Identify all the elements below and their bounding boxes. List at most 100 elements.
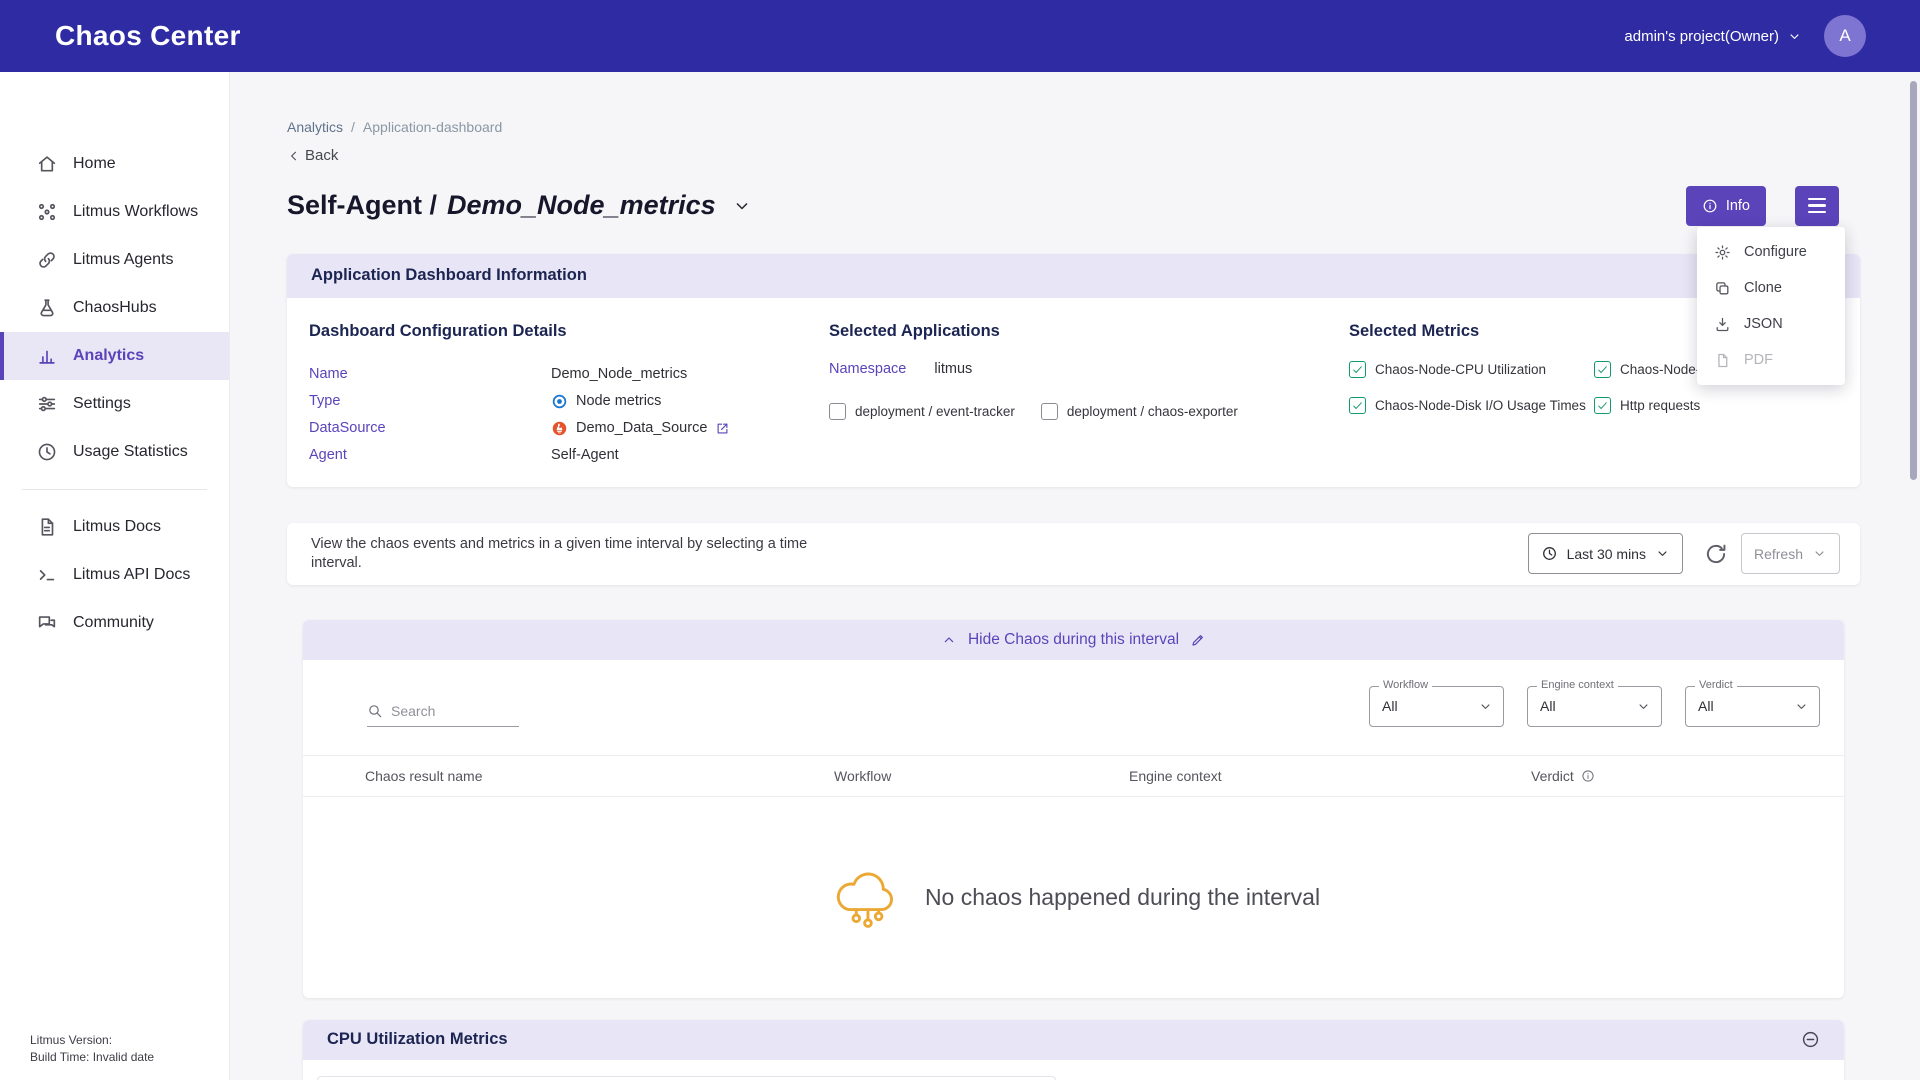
workflow-filter-label: Workflow [1379,679,1432,691]
workflow-filter-select[interactable]: Workflow All [1369,686,1504,727]
column-workflow: Workflow [834,768,1129,784]
community-icon [36,612,58,634]
sidebar-footer: Litmus Version: Build Time: Invalid date [30,1032,154,1066]
prometheus-icon [551,420,568,437]
project-switcher[interactable]: admin's project(Owner) [1624,28,1802,45]
dashboard-info-card: Application Dashboard Information Dashbo… [287,254,1860,487]
dashboard-info-title: Application Dashboard Information [311,266,587,285]
vertical-scrollbar-thumb[interactable] [1910,81,1917,480]
table-header-row: Chaos result name Workflow Engine contex… [303,755,1844,797]
checkbox-unchecked-icon [1041,403,1058,420]
page-title-agent: Self-Agent / [287,190,437,221]
sidebar-item-litmus-api-docs[interactable]: Litmus API Docs [0,551,229,599]
workflow-filter-value: All [1382,698,1398,714]
cpu-metrics-header: CPU Utilization Metrics [303,1020,1844,1060]
node-metrics-type-icon [551,393,568,410]
sidebar-item-community[interactable]: Community [0,599,229,647]
collapse-minus-icon[interactable] [1801,1030,1820,1049]
no-chaos-cloud-icon [827,861,905,934]
chevron-down-icon [1636,699,1651,714]
breadcrumb: Analytics / Application-dashboard [287,119,1860,135]
info-icon [1702,198,1718,214]
checkbox-checked-icon [1594,397,1611,414]
menu-item-configure[interactable]: Configure [1697,234,1845,270]
page-title: Self-Agent / Demo_Node_metrics [287,190,716,221]
chaos-table-card: Hide Chaos during this interval Workflow… [303,620,1844,998]
dashboard-switcher-chevron-icon[interactable] [732,196,752,216]
checkbox-checked-icon [1349,397,1366,414]
empty-state: No chaos happened during the interval [303,797,1844,998]
edit-pencil-icon[interactable] [1190,632,1206,648]
sidebar-item-litmus-workflows[interactable]: Litmus Workflows [0,188,229,236]
chevron-up-icon[interactable] [941,632,957,648]
sidebar-item-litmus-docs[interactable]: Litmus Docs [0,503,229,551]
sidebar-item-label: Analytics [73,347,144,365]
clock-icon [1541,545,1558,562]
project-label: admin's project(Owner) [1624,28,1779,45]
sidebar-item-settings[interactable]: Settings [0,380,229,428]
title-row: Self-Agent / Demo_Node_metrics Info [287,182,1860,230]
breadcrumb-separator: / [351,119,355,135]
metric-checkbox-disk-io-times[interactable]: Chaos-Node-Disk I/O Usage Times [1349,397,1594,414]
chaos-toggle-bar: Hide Chaos during this interval [303,620,1844,660]
sidebar-item-label: Usage Statistics [73,443,188,461]
config-row-name: Name Demo_Node_metrics [309,361,829,388]
settings-icon [36,393,58,415]
verdict-filter-select[interactable]: Verdict All [1685,686,1820,727]
config-details-column: Dashboard Configuration Details Name Dem… [309,322,829,469]
engine-context-filter-select[interactable]: Engine context All [1527,686,1662,727]
menu-item-pdf: PDF [1697,342,1845,378]
info-button[interactable]: Info [1686,186,1766,226]
verdict-filter-label: Verdict [1695,679,1737,691]
sidebar-item-usage-statistics[interactable]: Usage Statistics [0,428,229,476]
breadcrumb-analytics[interactable]: Analytics [287,119,343,135]
download-icon [1714,316,1731,333]
sidebar-item-litmus-agents[interactable]: Litmus Agents [0,236,229,284]
agents-icon [36,249,58,271]
top-header: Chaos Center admin's project(Owner) A [0,0,1920,72]
build-time-label: Build Time: [30,1050,89,1064]
sidebar-item-chaoshubs[interactable]: ChaosHubs [0,284,229,332]
external-link-icon[interactable] [715,421,730,436]
sidebar-item-label: Litmus Workflows [73,203,198,221]
workflows-icon [36,201,58,223]
back-button[interactable]: Back [287,147,338,164]
home-icon [36,153,58,175]
usage-statistics-icon [36,441,58,463]
sidebar-item-label: Community [73,614,154,632]
back-label: Back [305,147,338,164]
selected-applications-title: Selected Applications [829,322,1349,341]
menu-item-clone[interactable]: Clone [1697,270,1845,306]
file-icon [1714,352,1731,369]
application-checkbox-chaos-exporter[interactable]: deployment / chaos-exporter [1041,403,1238,420]
search-icon [367,703,383,719]
column-verdict: Verdict [1531,768,1574,784]
search-input[interactable] [391,703,506,719]
sidebar: Home Litmus Workflows Litmus Agents Chao… [0,72,230,1080]
hamburger-menu-button[interactable] [1795,186,1839,226]
interval-select[interactable]: Last 30 mins [1528,533,1683,574]
namespace-row: Namespace litmus [829,361,1349,377]
sidebar-item-label: Litmus API Docs [73,566,190,584]
config-row-type: Type Node metrics [309,388,829,415]
avatar[interactable]: A [1824,15,1866,57]
metric-checkbox-cpu-utilization[interactable]: Chaos-Node-CPU Utilization [1349,361,1594,378]
refresh-label: Refresh [1754,546,1803,562]
sidebar-item-analytics[interactable]: Analytics [0,332,229,380]
menu-item-json[interactable]: JSON [1697,306,1845,342]
sidebar-divider [22,489,207,490]
refresh-dropdown[interactable]: Refresh [1741,533,1840,574]
sidebar-item-home[interactable]: Home [0,140,229,188]
analytics-icon [36,345,58,367]
verdict-info-icon[interactable] [1581,769,1595,783]
application-checkbox-event-tracker[interactable]: deployment / event-tracker [829,403,1015,420]
refresh-icon-button[interactable] [1703,541,1729,567]
filter-row: Workflow All Engine context All [303,660,1844,727]
search-box [367,703,519,727]
gear-icon [1714,244,1731,261]
cpu-metrics-card: CPU Utilization Metrics [303,1020,1844,1080]
metric-checkbox-http-requests[interactable]: Http requests [1594,397,1836,414]
hide-chaos-toggle[interactable]: Hide Chaos during this interval [968,631,1179,649]
chart-placeholder [317,1076,1056,1080]
config-details-title: Dashboard Configuration Details [309,322,829,341]
